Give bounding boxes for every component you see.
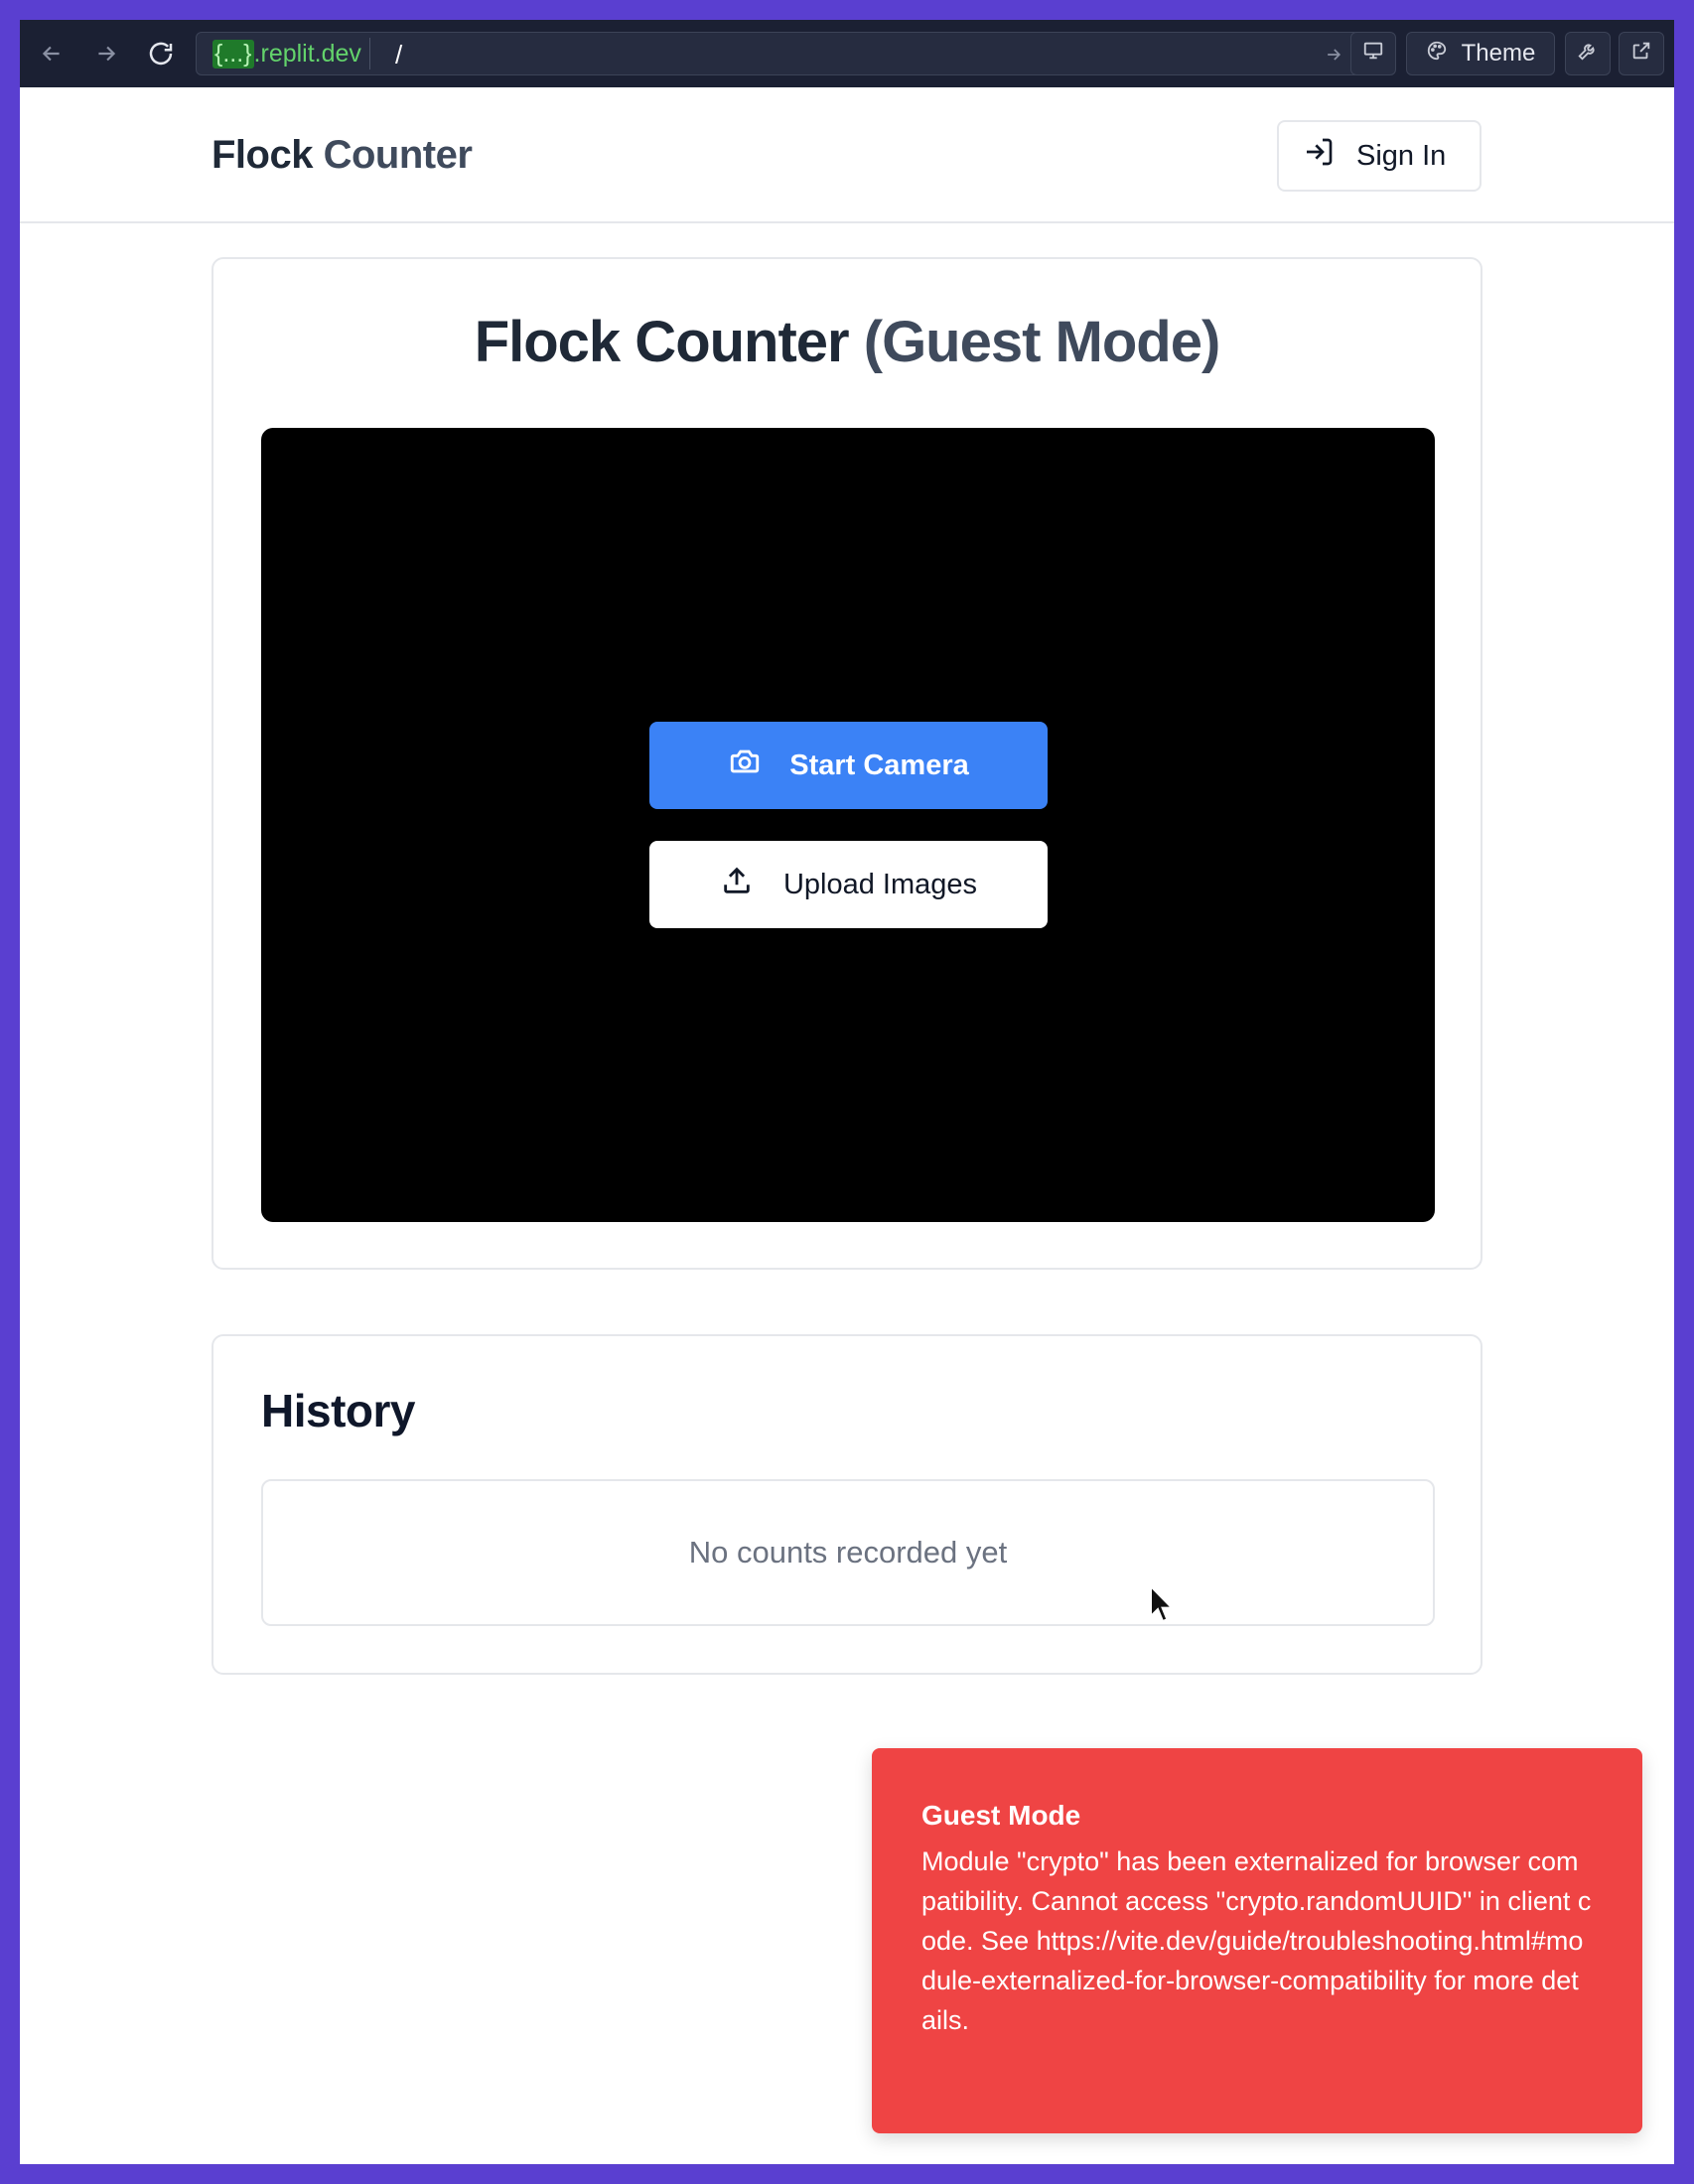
brand-logo[interactable]: Flock Counter — [212, 133, 473, 178]
url-bar[interactable]: {...} .replit.dev / — [196, 32, 1360, 75]
external-link-icon — [1630, 40, 1652, 68]
open-new-tab-button[interactable] — [1619, 32, 1664, 75]
url-go-arrow-icon[interactable] — [1318, 39, 1349, 70]
palette-icon — [1426, 40, 1448, 68]
page-title-mode: (Guest Mode) — [863, 310, 1221, 374]
reload-icon[interactable] — [141, 34, 181, 73]
theme-label: Theme — [1461, 40, 1536, 67]
mouse-cursor-icon — [1149, 1583, 1177, 1624]
monitor-icon — [1362, 40, 1384, 68]
start-camera-label: Start Camera — [789, 749, 969, 781]
counter-card: Flock Counter (Guest Mode) Start Camera … — [212, 257, 1482, 1270]
app-header: Flock Counter Sign In — [20, 87, 1674, 223]
history-empty-state: No counts recorded yet — [261, 1479, 1435, 1626]
app-viewport: Flock Counter Sign In Flock Counter (Gue… — [20, 87, 1674, 2164]
brand-part1: Flock — [212, 133, 313, 177]
brand-part2: Counter — [323, 133, 473, 177]
toast-title: Guest Mode — [921, 1800, 1081, 1831]
url-domain: {...} .replit.dev — [205, 38, 370, 69]
sign-in-icon — [1303, 136, 1335, 176]
upload-images-label: Upload Images — [782, 868, 978, 900]
window-frame-top — [0, 0, 1694, 20]
start-camera-button[interactable]: Start Camera — [649, 722, 1048, 809]
back-icon[interactable] — [32, 34, 71, 73]
camera-icon — [728, 745, 762, 786]
camera-preview: Start Camera Upload Images — [261, 428, 1435, 1222]
history-title: History — [261, 1385, 415, 1436]
window-frame-bottom — [0, 2164, 1694, 2184]
toast-message: Module "crypto" has been externalized fo… — [921, 1846, 1592, 2035]
url-domain-highlight: {...} — [212, 39, 254, 68]
sign-in-button[interactable]: Sign In — [1277, 120, 1482, 192]
error-toast[interactable]: Guest Mode Module "crypto" has been exte… — [872, 1748, 1642, 2133]
devices-button[interactable] — [1350, 32, 1396, 75]
browser-toolbar: {...} .replit.dev / Theme — [20, 20, 1674, 87]
theme-button[interactable]: Theme — [1406, 32, 1555, 75]
history-card: History No counts recorded yet — [212, 1334, 1482, 1675]
forward-icon[interactable] — [86, 34, 126, 73]
page-title: Flock Counter (Guest Mode) — [213, 309, 1481, 375]
upload-images-button[interactable]: Upload Images — [649, 841, 1048, 928]
url-domain-rest: .replit.dev — [253, 39, 361, 68]
devtools-button[interactable] — [1565, 32, 1611, 75]
url-path[interactable]: / — [395, 39, 402, 70]
sign-in-label: Sign In — [1356, 139, 1447, 172]
upload-icon — [720, 864, 754, 905]
page-title-main: Flock Counter — [474, 310, 850, 374]
wrench-icon — [1577, 40, 1599, 68]
